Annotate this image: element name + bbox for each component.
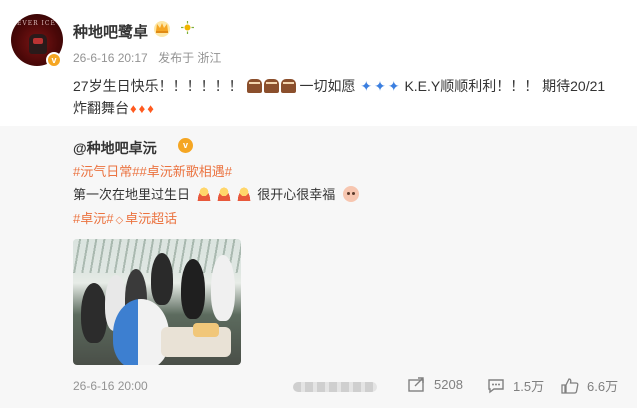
super-topic-icon: ◇ <box>115 215 124 226</box>
share-button[interactable]: 5208 <box>408 376 463 392</box>
share-count: 5208 <box>434 376 463 392</box>
like-button[interactable]: 6.6万 <box>561 376 618 395</box>
super-topic-link[interactable]: 卓沅超话 <box>125 211 177 226</box>
repost-block[interactable]: @种地吧卓沅 v #沅气日常##卓沅新歌相遇# 第一次在地里过生日 很开心很幸福… <box>0 126 637 408</box>
like-count: 6.6万 <box>587 379 619 394</box>
cake-emoji-icon <box>264 79 280 93</box>
repost-author-name[interactable]: @种地吧卓沅 <box>73 138 157 158</box>
repost-tags: #沅气日常##卓沅新歌相遇# <box>73 161 232 180</box>
like-icon <box>561 377 579 394</box>
cake-emoji-icon <box>281 79 297 93</box>
topic-tag[interactable]: #卓沅新歌相遇# <box>139 164 231 179</box>
comment-icon <box>488 378 504 393</box>
person-emoji-icon <box>235 187 252 201</box>
post-text-part1: 27岁生日快乐！！！！！！ <box>73 78 243 94</box>
post-timestamp[interactable]: 26-6-16 20:17 <box>73 51 148 65</box>
fire-emoji-icon: ♦ <box>130 101 137 116</box>
share-icon <box>408 377 424 392</box>
photo-cake <box>193 323 219 337</box>
repost-text-after: 很开心很幸福 <box>257 187 336 202</box>
photo-person <box>151 253 173 305</box>
comment-button[interactable]: 1.5万 <box>487 376 544 395</box>
cake-emoji-icon <box>247 79 263 93</box>
post-meta: 26-6-16 20:17 发布于 浙江 <box>73 49 228 66</box>
fire-emoji-icon: ♦ <box>138 101 146 116</box>
repost-timestamp[interactable]: 26-6-16 20:00 <box>73 379 148 393</box>
avatar-figure <box>29 34 47 54</box>
weibo-post: EVER ICE v 种地吧鹭卓 26-6-16 20:17 发布于 浙江 27… <box>0 0 637 408</box>
sun-icon[interactable] <box>181 21 194 34</box>
person-emoji-icon <box>215 187 232 201</box>
post-text: 27岁生日快乐！！！！！！ 一切如愿 ✦ ✦ ✦ K.E.Y顺顺利利！！！ 期待20… <box>73 75 618 120</box>
fire-emoji-icon: ♦ <box>147 101 154 116</box>
verified-badge-icon: v <box>46 52 62 68</box>
repost-photo[interactable] <box>73 239 241 365</box>
photo-person <box>81 283 107 343</box>
repost-verified-badge-icon: v <box>178 138 193 153</box>
author-name[interactable]: 种地吧鹭卓 <box>73 21 148 42</box>
photo-person <box>181 259 205 319</box>
avatar-text: EVER ICE <box>17 20 56 27</box>
repost-super-topic: #卓沅# ◇ 卓沅超话 <box>73 208 177 227</box>
sparkle-emoji-icon: ✦ <box>374 78 386 94</box>
photo-person <box>211 255 235 321</box>
blurred-text <box>293 382 377 392</box>
face-emoji-icon <box>342 186 359 202</box>
sparkle-emoji-icon: ✦ <box>387 78 400 94</box>
repost-text: 第一次在地里过生日 很开心很幸福 <box>73 184 359 203</box>
comment-count: 1.5万 <box>513 379 545 394</box>
person-emoji-icon <box>195 187 212 201</box>
sparkle-emoji-icon: ✦ <box>360 78 373 94</box>
crown-icon[interactable] <box>153 19 171 37</box>
topic-tag[interactable]: #沅气日常# <box>73 164 139 179</box>
topic-tag[interactable]: #卓沅# <box>73 211 113 226</box>
post-text-part2: 一切如愿 <box>299 78 356 94</box>
repost-text-main: 第一次在地里过生日 <box>73 187 191 202</box>
post-source: 发布于 浙江 <box>158 51 222 65</box>
